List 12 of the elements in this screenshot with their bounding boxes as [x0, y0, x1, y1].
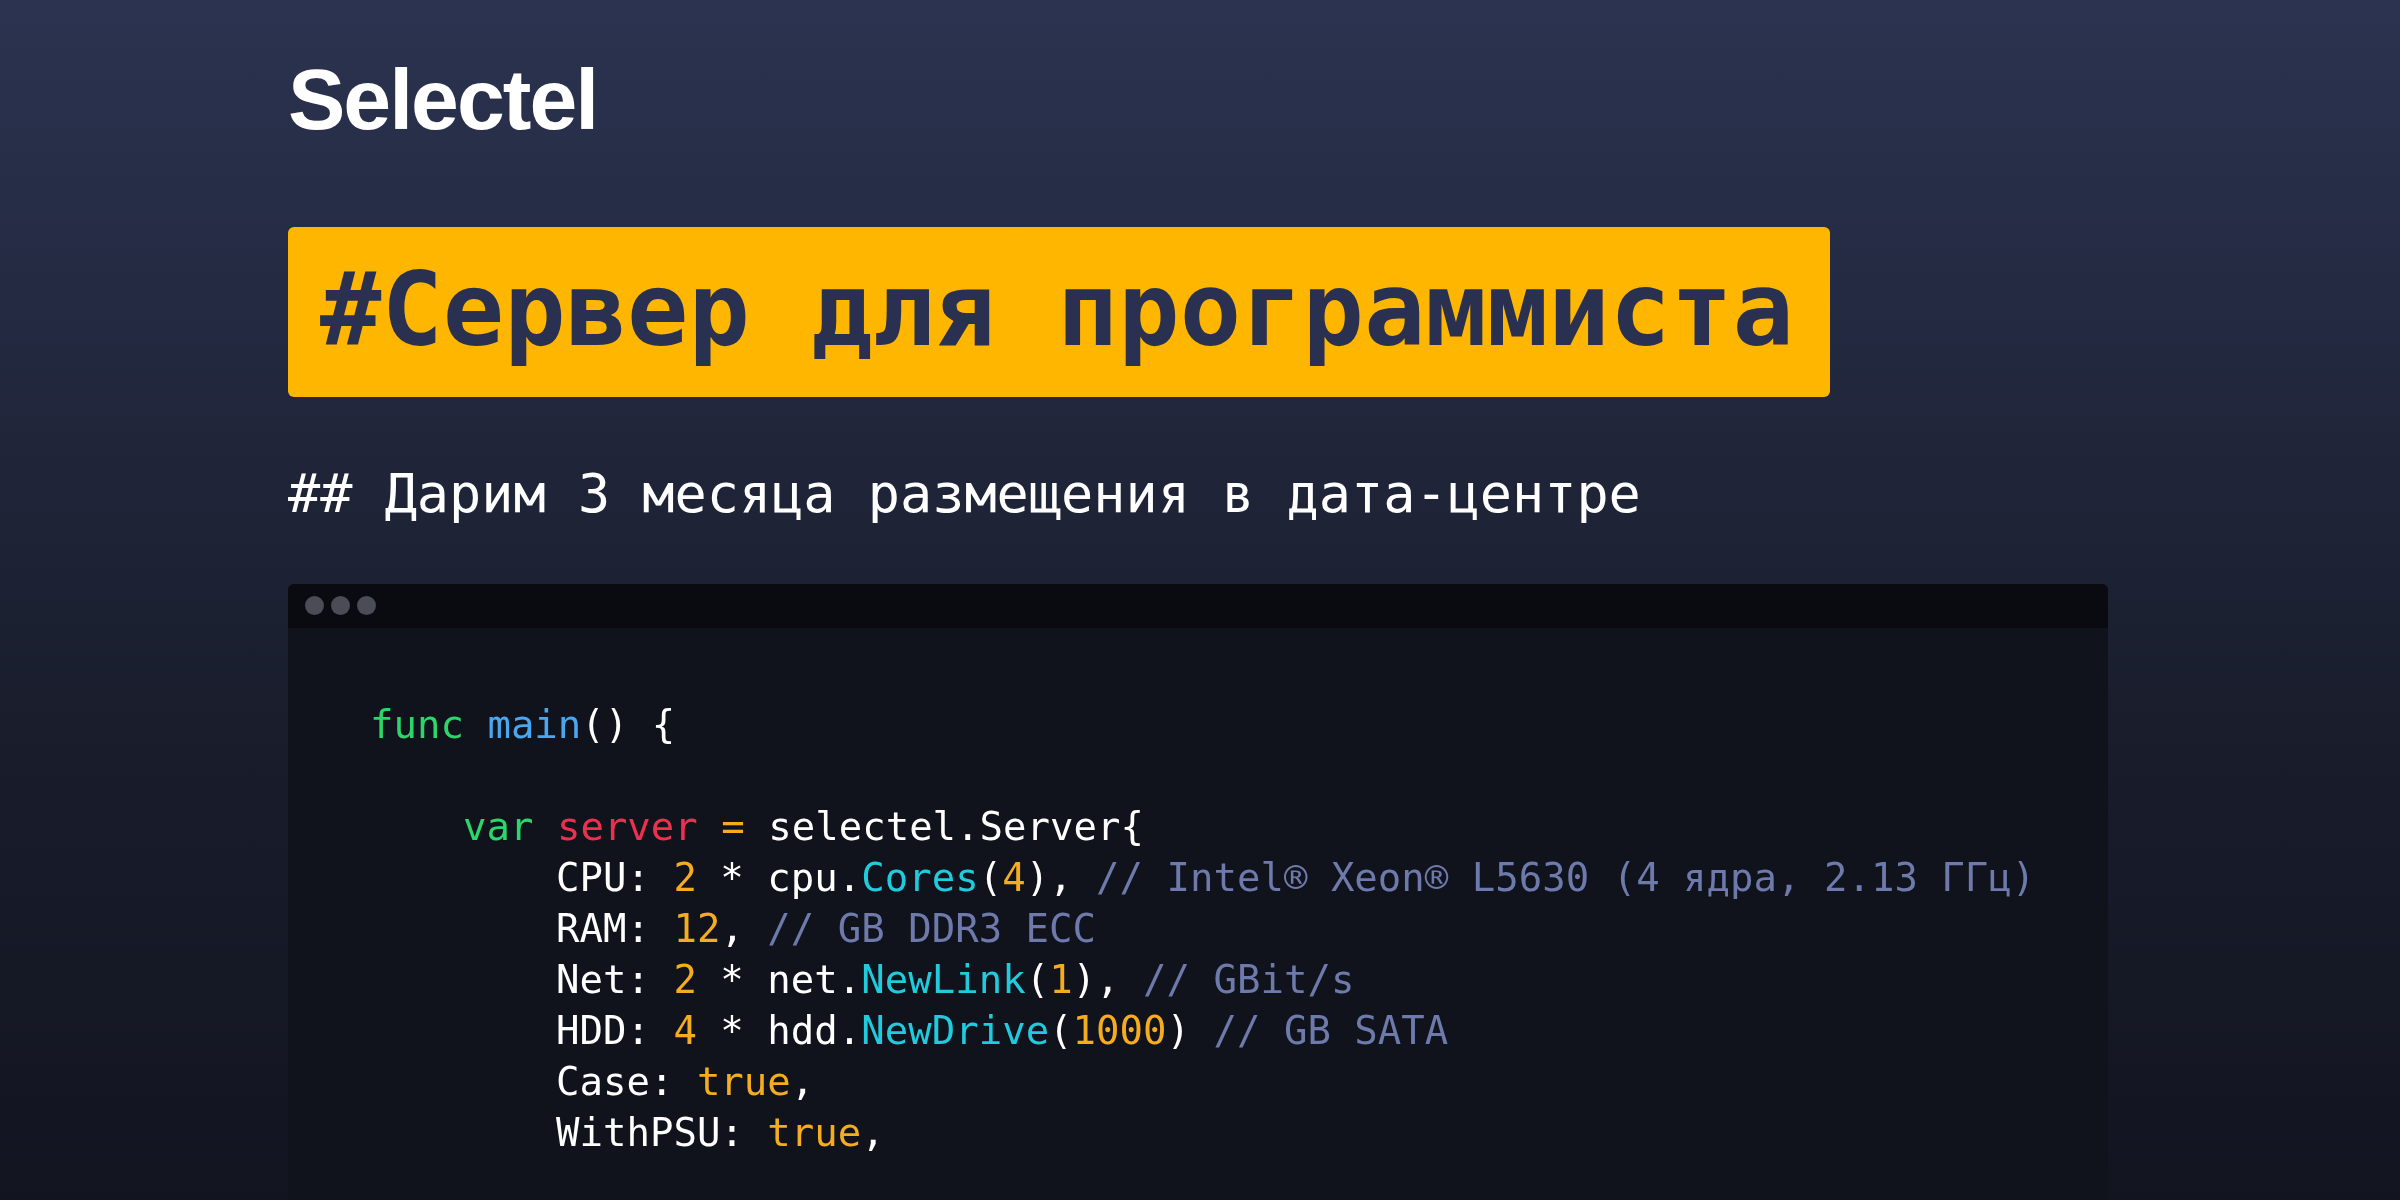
- code-line: HDD: 4 * hdd.NewDrive(1000) // GB SATA: [556, 1006, 1449, 1055]
- code-line: WithPSU: true,: [556, 1108, 885, 1157]
- code-line: Net: 2 * net.NewLink(1), // GBit/s: [556, 955, 1355, 1004]
- subtitle: ## Дарим 3 месяца размещения в дата-центре: [288, 465, 1641, 524]
- code-line: func main() {: [370, 700, 676, 749]
- code-line: CPU: 2 * cpu.Cores(4), // Intel® Xeon® L5630 (4 ядра, 2.13 ГГц): [556, 853, 2036, 902]
- code-line: var server = selectel.Server{: [463, 802, 1144, 851]
- logo: Selectel: [288, 56, 598, 142]
- code-line: RAM: 12, // GB DDR3 ECC: [556, 904, 1097, 953]
- headline: #Сервер для программиста: [288, 227, 1830, 397]
- code-line: Case: true,: [556, 1057, 815, 1106]
- window-dots-icon: [305, 596, 376, 616]
